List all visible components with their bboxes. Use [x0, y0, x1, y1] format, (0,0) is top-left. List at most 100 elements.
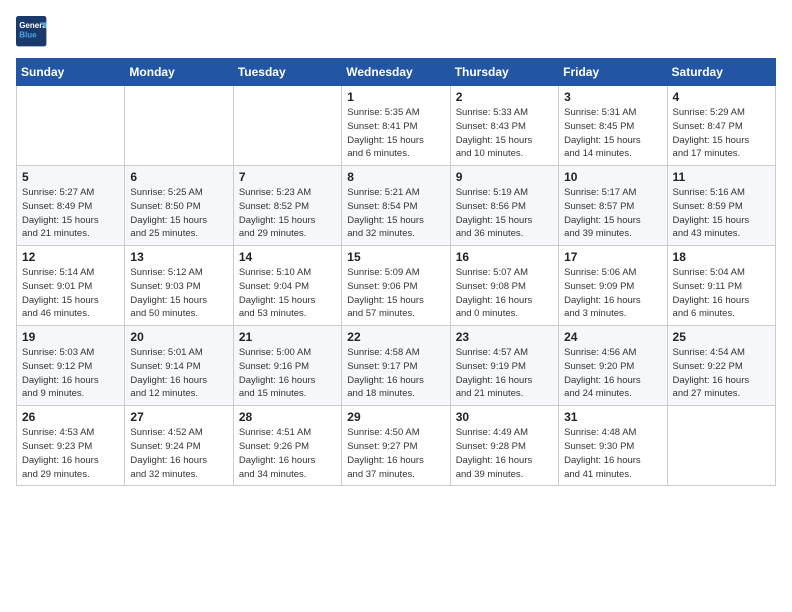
- day-number: 17: [564, 250, 661, 264]
- day-number: 16: [456, 250, 553, 264]
- svg-text:Blue: Blue: [19, 31, 37, 40]
- day-info: Sunrise: 4:49 AM Sunset: 9:28 PM Dayligh…: [456, 426, 553, 481]
- day-number: 9: [456, 170, 553, 184]
- day-cell: 27 Sunrise: 4:52 AM Sunset: 9:24 PM Dayli…: [125, 406, 233, 486]
- day-header-tuesday: Tuesday: [233, 59, 341, 86]
- day-cell: 12Sunrise: 5:14 AM Sunset: 9:01 PM Dayli…: [17, 246, 125, 326]
- day-info: Sunrise: 5:01 AM Sunset: 9:14 PM Dayligh…: [130, 346, 227, 401]
- logo: General Blue: [16, 16, 48, 48]
- day-info: Sunrise: 5:03 AM Sunset: 9:12 PM Dayligh…: [22, 346, 119, 401]
- day-number: 30: [456, 410, 553, 424]
- week-row-3: 12Sunrise: 5:14 AM Sunset: 9:01 PM Dayli…: [17, 246, 776, 326]
- day-header-thursday: Thursday: [450, 59, 558, 86]
- day-header-sunday: Sunday: [17, 59, 125, 86]
- week-row-2: 5 Sunrise: 5:27 AM Sunset: 8:49 PM Daylig…: [17, 166, 776, 246]
- day-cell: 23Sunrise: 4:57 AM Sunset: 9:19 PM Dayli…: [450, 326, 558, 406]
- day-number: 8: [347, 170, 444, 184]
- day-info: Sunrise: 5:27 AM Sunset: 8:49 PM Dayligh…: [22, 186, 119, 241]
- day-cell: 9 Sunrise: 5:19 AM Sunset: 8:56 PM Daylig…: [450, 166, 558, 246]
- day-info: Sunrise: 5:35 AM Sunset: 8:41 PM Dayligh…: [347, 106, 444, 161]
- day-number: 20: [130, 330, 227, 344]
- day-info: Sunrise: 5:29 AM Sunset: 8:47 PM Dayligh…: [673, 106, 770, 161]
- day-cell: 31 Sunrise: 4:48 AM Sunset: 9:30 PM Dayli…: [559, 406, 667, 486]
- day-info: Sunrise: 5:00 AM Sunset: 9:16 PM Dayligh…: [239, 346, 336, 401]
- day-cell: 10Sunrise: 5:17 AM Sunset: 8:57 PM Dayli…: [559, 166, 667, 246]
- day-number: 18: [673, 250, 770, 264]
- day-info: Sunrise: 4:53 AM Sunset: 9:23 PM Dayligh…: [22, 426, 119, 481]
- week-row-5: 26 Sunrise: 4:53 AM Sunset: 9:23 PM Dayli…: [17, 406, 776, 486]
- day-number: 6: [130, 170, 227, 184]
- day-header-saturday: Saturday: [667, 59, 775, 86]
- day-cell: 14Sunrise: 5:10 AM Sunset: 9:04 PM Dayli…: [233, 246, 341, 326]
- day-info: Sunrise: 5:16 AM Sunset: 8:59 PM Dayligh…: [673, 186, 770, 241]
- day-header-friday: Friday: [559, 59, 667, 86]
- day-cell: 3Sunrise: 5:31 AM Sunset: 8:45 PM Daylig…: [559, 86, 667, 166]
- day-info: Sunrise: 4:51 AM Sunset: 9:26 PM Dayligh…: [239, 426, 336, 481]
- day-cell: 5 Sunrise: 5:27 AM Sunset: 8:49 PM Daylig…: [17, 166, 125, 246]
- day-cell: 22Sunrise: 4:58 AM Sunset: 9:17 PM Dayli…: [342, 326, 450, 406]
- day-info: Sunrise: 5:12 AM Sunset: 9:03 PM Dayligh…: [130, 266, 227, 321]
- day-cell: 19 Sunrise: 5:03 AM Sunset: 9:12 PM Dayli…: [17, 326, 125, 406]
- day-info: Sunrise: 5:06 AM Sunset: 9:09 PM Dayligh…: [564, 266, 661, 321]
- day-info: Sunrise: 4:52 AM Sunset: 9:24 PM Dayligh…: [130, 426, 227, 481]
- day-cell: 21 Sunrise: 5:00 AM Sunset: 9:16 PM Dayli…: [233, 326, 341, 406]
- day-info: Sunrise: 5:21 AM Sunset: 8:54 PM Dayligh…: [347, 186, 444, 241]
- day-cell: [125, 86, 233, 166]
- day-number: 27: [130, 410, 227, 424]
- day-number: 24: [564, 330, 661, 344]
- day-cell: 30 Sunrise: 4:49 AM Sunset: 9:28 PM Dayli…: [450, 406, 558, 486]
- day-cell: 16 Sunrise: 5:07 AM Sunset: 9:08 PM Dayli…: [450, 246, 558, 326]
- day-cell: 6 Sunrise: 5:25 AM Sunset: 8:50 PM Daylig…: [125, 166, 233, 246]
- day-cell: 11 Sunrise: 5:16 AM Sunset: 8:59 PM Dayli…: [667, 166, 775, 246]
- day-cell: 17 Sunrise: 5:06 AM Sunset: 9:09 PM Dayli…: [559, 246, 667, 326]
- day-cell: 29 Sunrise: 4:50 AM Sunset: 9:27 PM Dayli…: [342, 406, 450, 486]
- day-info: Sunrise: 4:50 AM Sunset: 9:27 PM Dayligh…: [347, 426, 444, 481]
- day-number: 29: [347, 410, 444, 424]
- day-number: 5: [22, 170, 119, 184]
- day-number: 21: [239, 330, 336, 344]
- day-info: Sunrise: 5:04 AM Sunset: 9:11 PM Dayligh…: [673, 266, 770, 321]
- day-number: 31: [564, 410, 661, 424]
- day-cell: [233, 86, 341, 166]
- day-number: 4: [673, 90, 770, 104]
- day-cell: 26 Sunrise: 4:53 AM Sunset: 9:23 PM Dayli…: [17, 406, 125, 486]
- day-info: Sunrise: 5:25 AM Sunset: 8:50 PM Dayligh…: [130, 186, 227, 241]
- day-cell: 7 Sunrise: 5:23 AM Sunset: 8:52 PM Daylig…: [233, 166, 341, 246]
- day-number: 7: [239, 170, 336, 184]
- day-info: Sunrise: 5:31 AM Sunset: 8:45 PM Dayligh…: [564, 106, 661, 161]
- day-number: 26: [22, 410, 119, 424]
- day-number: 14: [239, 250, 336, 264]
- day-info: Sunrise: 4:48 AM Sunset: 9:30 PM Dayligh…: [564, 426, 661, 481]
- day-cell: 18 Sunrise: 5:04 AM Sunset: 9:11 PM Dayli…: [667, 246, 775, 326]
- day-info: Sunrise: 5:07 AM Sunset: 9:08 PM Dayligh…: [456, 266, 553, 321]
- day-cell: 8 Sunrise: 5:21 AM Sunset: 8:54 PM Daylig…: [342, 166, 450, 246]
- day-number: 1: [347, 90, 444, 104]
- day-info: Sunrise: 5:33 AM Sunset: 8:43 PM Dayligh…: [456, 106, 553, 161]
- day-info: Sunrise: 5:23 AM Sunset: 8:52 PM Dayligh…: [239, 186, 336, 241]
- day-info: Sunrise: 4:57 AM Sunset: 9:19 PM Dayligh…: [456, 346, 553, 401]
- day-header-wednesday: Wednesday: [342, 59, 450, 86]
- day-cell: 15Sunrise: 5:09 AM Sunset: 9:06 PM Dayli…: [342, 246, 450, 326]
- day-cell: 2 Sunrise: 5:33 AM Sunset: 8:43 PM Daylig…: [450, 86, 558, 166]
- day-info: Sunrise: 4:56 AM Sunset: 9:20 PM Dayligh…: [564, 346, 661, 401]
- day-number: 2: [456, 90, 553, 104]
- day-number: 11: [673, 170, 770, 184]
- day-number: 28: [239, 410, 336, 424]
- day-cell: 1 Sunrise: 5:35 AM Sunset: 8:41 PM Daylig…: [342, 86, 450, 166]
- day-number: 13: [130, 250, 227, 264]
- day-info: Sunrise: 4:58 AM Sunset: 9:17 PM Dayligh…: [347, 346, 444, 401]
- day-cell: 28 Sunrise: 4:51 AM Sunset: 9:26 PM Dayli…: [233, 406, 341, 486]
- page-header: General Blue: [16, 16, 776, 48]
- day-number: 15: [347, 250, 444, 264]
- day-cell: 25Sunrise: 4:54 AM Sunset: 9:22 PM Dayli…: [667, 326, 775, 406]
- day-number: 25: [673, 330, 770, 344]
- day-number: 19: [22, 330, 119, 344]
- week-row-4: 19 Sunrise: 5:03 AM Sunset: 9:12 PM Dayli…: [17, 326, 776, 406]
- calendar-table: SundayMondayTuesdayWednesdayThursdayFrid…: [16, 58, 776, 486]
- day-number: 12: [22, 250, 119, 264]
- week-row-1: 1 Sunrise: 5:35 AM Sunset: 8:41 PM Daylig…: [17, 86, 776, 166]
- day-cell: 20 Sunrise: 5:01 AM Sunset: 9:14 PM Dayli…: [125, 326, 233, 406]
- day-cell: [667, 406, 775, 486]
- day-info: Sunrise: 5:19 AM Sunset: 8:56 PM Dayligh…: [456, 186, 553, 241]
- day-info: Sunrise: 5:17 AM Sunset: 8:57 PM Dayligh…: [564, 186, 661, 241]
